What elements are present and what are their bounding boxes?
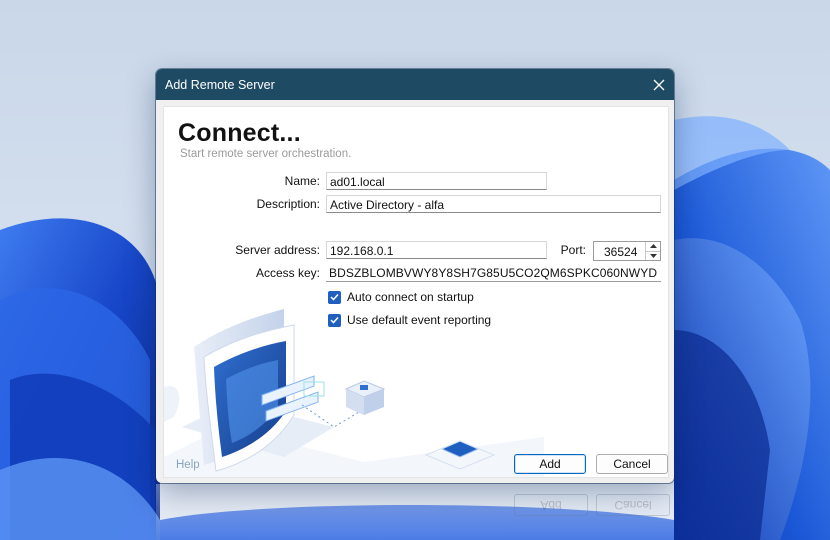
cancel-button[interactable]: Cancel bbox=[596, 454, 668, 474]
add-remote-server-dialog: Add Remote Server Connect... Start remot… bbox=[156, 69, 674, 483]
chevron-up-icon bbox=[649, 244, 657, 249]
add-button[interactable]: Add bbox=[514, 454, 586, 474]
content-panel: Connect... Start remote server orchestra… bbox=[163, 106, 669, 478]
description-field[interactable] bbox=[326, 195, 661, 213]
page-title: Connect... bbox=[178, 119, 301, 147]
server-address-label: Server address: bbox=[235, 243, 320, 257]
server-address-field[interactable] bbox=[326, 241, 547, 259]
auto-connect-checkbox-row[interactable]: Auto connect on startup bbox=[328, 290, 474, 304]
title-bar[interactable]: Add Remote Server bbox=[156, 69, 674, 100]
default-reporting-checkbox-row[interactable]: Use default event reporting bbox=[328, 313, 491, 327]
port-label: Port: bbox=[560, 243, 586, 257]
close-button[interactable] bbox=[644, 69, 674, 100]
port-decrement-button[interactable] bbox=[646, 250, 660, 261]
port-stepper-arrows bbox=[645, 242, 660, 260]
dialog-reflection: Add Cancel bbox=[156, 484, 674, 540]
default-reporting-checkbox[interactable] bbox=[328, 313, 341, 327]
access-key-field[interactable] bbox=[326, 264, 661, 282]
checkmark-icon bbox=[330, 293, 339, 301]
description-label: Description: bbox=[256, 197, 320, 211]
window-title: Add Remote Server bbox=[165, 77, 275, 92]
access-key-label: Access key: bbox=[255, 266, 320, 280]
port-value[interactable]: 36524 bbox=[594, 242, 645, 260]
chevron-down-icon bbox=[649, 253, 657, 258]
checkmark-icon bbox=[330, 316, 339, 324]
add-button-reflection: Add bbox=[514, 494, 588, 516]
auto-connect-label: Auto connect on startup bbox=[347, 290, 474, 304]
name-label: Name: bbox=[284, 174, 320, 188]
port-stepper[interactable]: 36524 bbox=[593, 241, 661, 261]
close-icon bbox=[653, 79, 665, 90]
default-reporting-label: Use default event reporting bbox=[347, 313, 492, 327]
help-link[interactable]: Help bbox=[176, 459, 200, 471]
port-increment-button[interactable] bbox=[646, 242, 660, 251]
cancel-button-reflection: Cancel bbox=[596, 494, 670, 516]
page-subtitle: Start remote server orchestration. bbox=[180, 148, 352, 160]
name-field[interactable] bbox=[326, 172, 547, 190]
auto-connect-checkbox[interactable] bbox=[328, 290, 341, 304]
